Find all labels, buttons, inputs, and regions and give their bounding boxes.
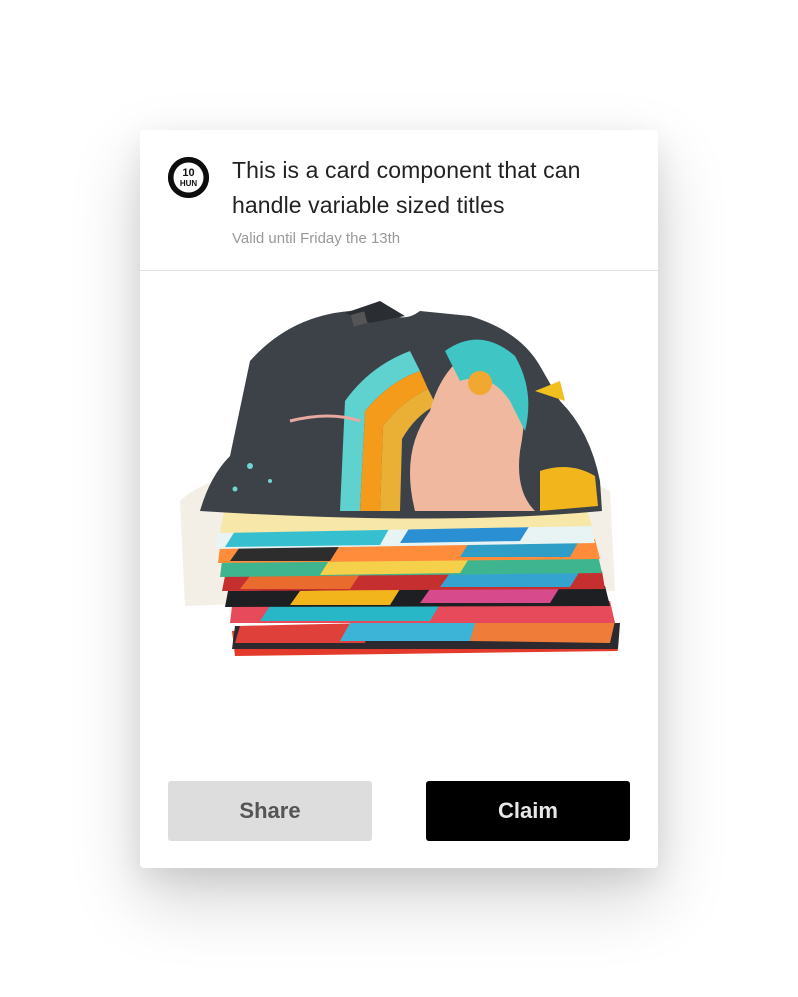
share-button[interactable]: Share bbox=[168, 781, 372, 841]
folded-tshirts-image bbox=[180, 301, 620, 656]
card-header: 10 HUN This is a card component that can… bbox=[140, 130, 658, 271]
product-image bbox=[140, 271, 658, 691]
card-subtitle: Valid until Friday the 13th bbox=[232, 230, 401, 247]
claim-button[interactable]: Claim bbox=[426, 781, 630, 841]
offer-card: 10 HUN This is a card component that can… bbox=[140, 130, 658, 868]
card-title: This is a card component that can handle… bbox=[232, 157, 581, 218]
svg-text:10: 10 bbox=[182, 167, 194, 179]
brand-logo-avatar: 10 HUN bbox=[168, 157, 209, 198]
brand-logo-icon: 10 HUN bbox=[168, 157, 209, 198]
svg-text:HUN: HUN bbox=[180, 179, 198, 188]
